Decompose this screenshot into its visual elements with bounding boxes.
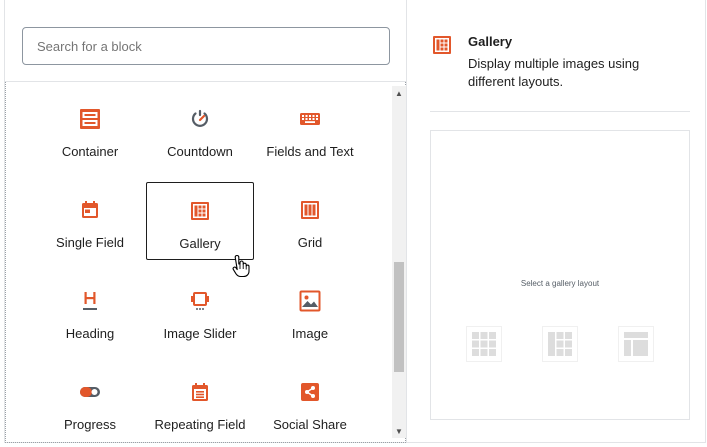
- block-item-image-slider[interactable]: Image Slider: [146, 273, 254, 351]
- masonry-layout-icon: [542, 326, 578, 362]
- block-item-repeating-field[interactable]: Repeating Field: [146, 364, 254, 442]
- container-icon: [78, 107, 102, 131]
- block-label: Image Slider: [163, 326, 237, 341]
- block-label: Heading: [65, 326, 115, 341]
- block-preview-panel: Gallery Display multiple images using di…: [408, 0, 707, 443]
- gallery-icon: [430, 33, 454, 57]
- scrollbar-thumb[interactable]: [394, 262, 404, 372]
- countdown-icon: [188, 107, 212, 131]
- block-card: Gallery Display multiple images using di…: [430, 32, 690, 112]
- image-icon: [298, 289, 322, 313]
- search-input[interactable]: [22, 27, 390, 65]
- block-label: Gallery: [179, 236, 221, 251]
- scroll-up-arrow-icon[interactable]: ▲: [392, 86, 406, 100]
- block-label: Grid: [297, 235, 323, 250]
- calendar-list-icon: [188, 380, 212, 404]
- heading-icon: [78, 289, 102, 313]
- image-slider-icon: [188, 289, 212, 313]
- block-inserter: Container Countdown Fields and Text: [4, 0, 706, 443]
- block-list-scrollbar[interactable]: ▲ ▼: [392, 86, 406, 438]
- block-list: Container Countdown Fields and Text Sing…: [5, 82, 406, 443]
- block-label: Image: [291, 326, 329, 341]
- keyboard-icon: [298, 107, 322, 131]
- calendar-field-icon: [78, 198, 102, 222]
- block-card-description: Display multiple images using different …: [468, 56, 640, 89]
- block-library-panel: Container Countdown Fields and Text: [5, 0, 407, 443]
- block-label: Fields and Text: [266, 144, 354, 159]
- preview-hint-text: Select a gallery layout: [520, 279, 600, 288]
- scroll-down-arrow-icon[interactable]: ▼: [392, 424, 406, 438]
- block-item-image[interactable]: Image: [256, 273, 364, 351]
- block-item-heading[interactable]: Heading: [36, 273, 144, 351]
- block-item-single-field[interactable]: Single Field: [36, 182, 144, 260]
- search-area: [5, 0, 406, 82]
- toggle-icon: [78, 380, 102, 404]
- block-item-countdown[interactable]: Countdown: [146, 91, 254, 169]
- block-label: Repeating Field: [154, 417, 246, 432]
- grid-layout-icon: [466, 326, 502, 362]
- block-label: Countdown: [167, 144, 233, 159]
- block-preview: Select a gallery layout: [430, 130, 690, 420]
- gallery-icon: [188, 199, 212, 223]
- block-item-gallery[interactable]: Gallery: [146, 182, 254, 260]
- block-card-title: Gallery: [468, 34, 513, 49]
- block-item-grid[interactable]: Grid: [256, 182, 364, 260]
- block-item-progress[interactable]: Progress: [36, 364, 144, 442]
- grid-icon: [298, 198, 322, 222]
- block-item-fields-and-text[interactable]: Fields and Text: [256, 91, 364, 169]
- featured-layout-icon: [618, 326, 654, 362]
- block-label: Container: [61, 144, 119, 159]
- block-label: Single Field: [56, 235, 124, 250]
- block-item-social-share[interactable]: Social Share: [256, 364, 364, 442]
- share-icon: [298, 380, 322, 404]
- block-label: Social Share: [273, 417, 347, 432]
- block-item-container[interactable]: Container: [36, 91, 144, 169]
- block-label: Progress: [63, 417, 117, 432]
